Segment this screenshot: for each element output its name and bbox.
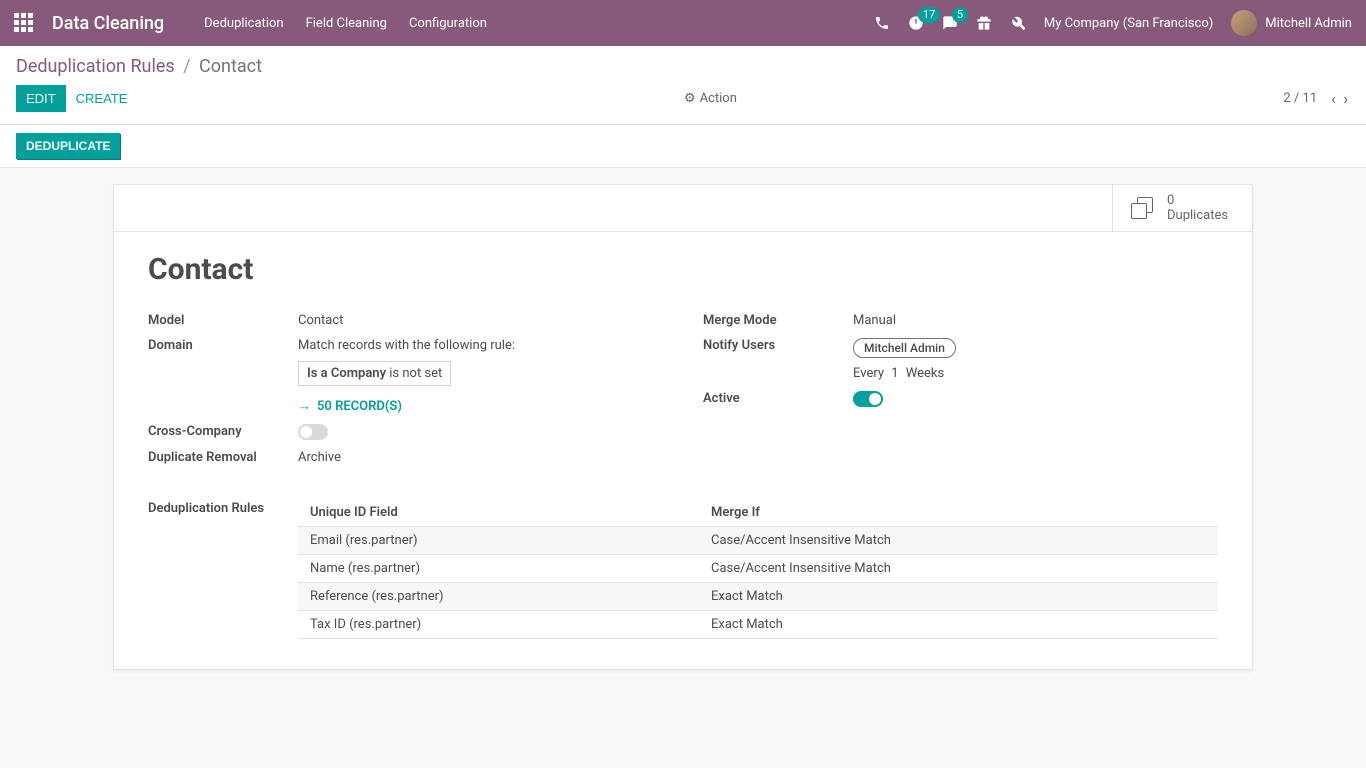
cell-merge-if: Case/Accent Insensitive Match [699,527,1218,555]
breadcrumb: Deduplication Rules / Contact [16,56,262,77]
value-model: Contact [298,313,663,328]
action-label: Action [700,91,737,106]
cell-merge-if: Case/Accent Insensitive Match [699,555,1218,583]
avatar [1231,10,1257,36]
table-row[interactable]: Reference (res.partner) Exact Match [298,583,1218,611]
table-row[interactable]: Tax ID (res.partner) Exact Match [298,611,1218,639]
value-merge-mode: Manual [853,313,1218,328]
dedup-rules-section: Deduplication Rules Unique ID Field Merg… [148,499,1218,639]
label-domain: Domain [148,338,298,353]
table-row[interactable]: Name (res.partner) Case/Accent Insensiti… [298,555,1218,583]
notify-every: Every [853,366,884,381]
domain-desc: Match records with the following rule: [298,338,663,353]
left-column: Model Contact Domain Match records with … [148,313,663,475]
nav-menu: Deduplication Field Cleaning Configurati… [204,16,487,31]
cell-field: Name (res.partner) [298,555,699,583]
domain-rule-field: Is a Company [307,366,386,381]
user-name: Mitchell Admin [1265,16,1352,31]
breadcrumb-current: Contact [199,56,262,77]
notify-frequency: Every 1 Weeks [853,366,1218,381]
label-dedup-rules: Deduplication Rules [148,499,298,639]
cell-field: Tax ID (res.partner) [298,611,699,639]
messages-icon[interactable]: 5 [942,15,958,31]
cross-company-toggle[interactable] [298,424,328,440]
company-switcher[interactable]: My Company (San Francisco) [1044,16,1213,31]
duplicates-icon [1131,195,1157,221]
record-title: Contact [148,252,1218,287]
apps-icon[interactable] [14,13,34,33]
col-merge-if: Merge If [699,499,1218,527]
notify-user-tag[interactable]: Mitchell Admin [853,338,956,358]
action-menu[interactable]: Action [684,91,737,106]
notify-unit: Weeks [906,366,944,381]
label-active: Active [703,391,853,406]
user-menu[interactable]: Mitchell Admin [1231,10,1352,36]
duplicates-label: Duplicates [1167,208,1228,223]
menu-field-cleaning[interactable]: Field Cleaning [306,16,387,31]
label-cross-company: Cross-Company [148,424,298,439]
cell-field: Reference (res.partner) [298,583,699,611]
menu-configuration[interactable]: Configuration [409,16,487,31]
activities-icon[interactable]: 17 [908,15,924,31]
create-button[interactable]: CREATE [66,85,138,112]
phone-icon[interactable] [874,15,890,31]
form-sheet: 0 Duplicates Contact Model Contact Domai… [113,184,1253,670]
pager-next-icon[interactable]: › [1343,89,1348,108]
button-box: 0 Duplicates [114,185,1252,232]
duplicates-count: 0 [1167,193,1228,208]
duplicates-stat-button[interactable]: 0 Duplicates [1112,185,1252,231]
active-toggle[interactable] [853,391,883,407]
records-link-text: 50 RECORD(S) [317,399,402,414]
status-bar: DEDUPLICATE [0,125,1366,168]
activities-badge: 17 [918,7,940,23]
breadcrumb-sep: / [183,56,190,77]
menu-deduplication[interactable]: Deduplication [204,16,283,31]
label-notify-users: Notify Users [703,338,853,353]
right-column: Merge Mode Manual Notify Users Mitchell … [703,313,1218,475]
label-model: Model [148,313,298,328]
label-merge-mode: Merge Mode [703,313,853,328]
breadcrumb-parent[interactable]: Deduplication Rules [16,56,175,77]
main-navbar: Data Cleaning Deduplication Field Cleani… [0,0,1366,46]
pager-prev-icon[interactable]: ‹ [1331,89,1336,108]
cell-field: Email (res.partner) [298,527,699,555]
gift-icon[interactable] [976,15,992,31]
control-panel: Deduplication Rules / Contact EDIT CREAT… [0,46,1366,125]
table-row[interactable]: Email (res.partner) Case/Accent Insensit… [298,527,1218,555]
cell-merge-if: Exact Match [699,583,1218,611]
deduplicate-button[interactable]: DEDUPLICATE [16,133,120,159]
dedup-rules-table: Unique ID Field Merge If Email (res.part… [298,499,1218,639]
app-title[interactable]: Data Cleaning [52,13,164,34]
pager-text[interactable]: 2 / 11 [1283,91,1317,106]
domain-rule-op: is not set [389,366,442,381]
notify-num: 1 [891,366,898,381]
value-duplicate-removal: Archive [298,450,663,465]
tools-icon[interactable] [1010,15,1026,31]
col-unique-id: Unique ID Field [298,499,699,527]
label-duplicate-removal: Duplicate Removal [148,450,298,465]
records-link[interactable]: 50 RECORD(S) [298,398,663,414]
gear-icon [684,91,696,106]
navbar-right: 17 5 My Company (San Francisco) Mitchell… [874,10,1352,36]
messages-badge: 5 [952,7,968,23]
domain-rule: Is a Company is not set [298,361,451,386]
cell-merge-if: Exact Match [699,611,1218,639]
arrow-right-icon [298,398,311,414]
edit-button[interactable]: EDIT [16,85,66,112]
